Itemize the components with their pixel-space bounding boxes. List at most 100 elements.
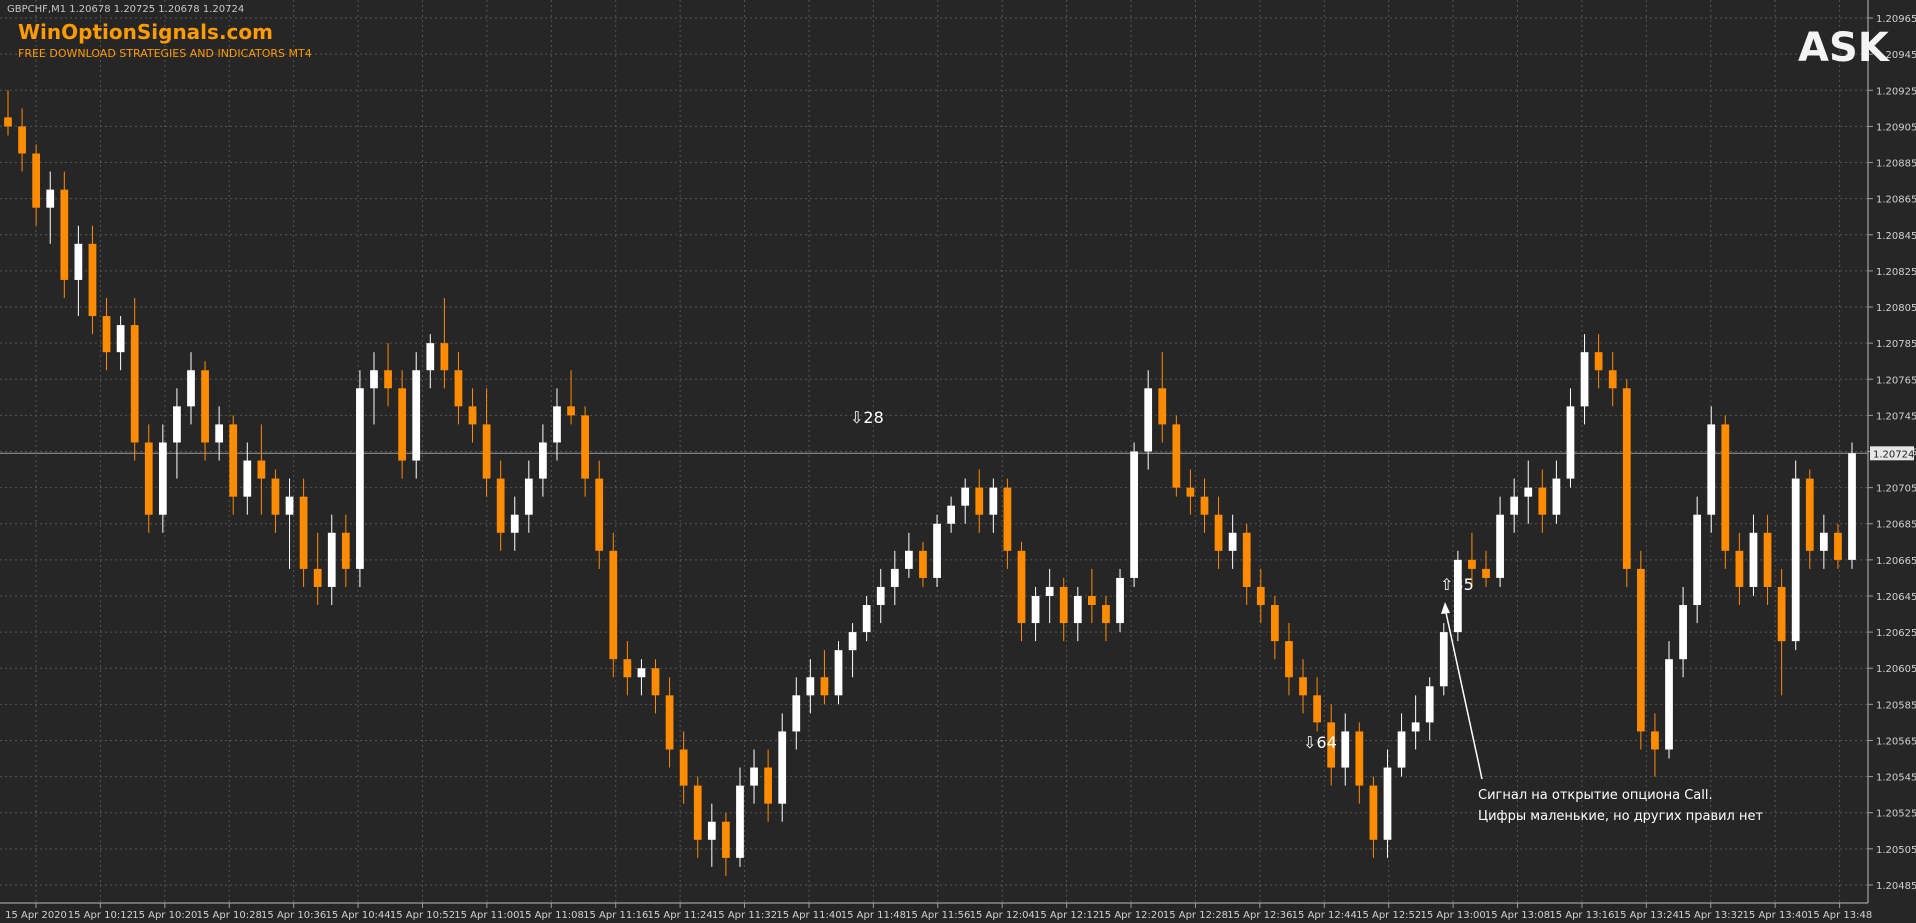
candle-bear: [496, 478, 505, 533]
candle-bull: [1819, 532, 1828, 551]
x-tick-label: 15 Apr 13:08: [1485, 910, 1550, 921]
candle-bull: [848, 632, 857, 651]
candle-bear: [1102, 605, 1110, 624]
candle-bear: [1200, 496, 1209, 515]
signal-label-up: ⇧35: [1440, 575, 1474, 594]
candle-bull: [1749, 532, 1758, 587]
candle-bull: [947, 505, 955, 524]
candle-bull: [834, 650, 843, 696]
candle-bear: [398, 388, 407, 461]
candle-bear: [144, 442, 153, 515]
y-tick-label: 1.20765: [1876, 375, 1916, 386]
x-tick-label: 15 Apr 11:08: [519, 910, 584, 921]
brand-subtitle: FREE DOWNLOAD STRATEGIES AND INDICATORS …: [18, 47, 312, 60]
candle-bull: [1453, 559, 1462, 633]
y-tick-label: 1.20965: [1876, 14, 1916, 25]
candle-bull: [736, 785, 744, 858]
candle-bull: [961, 487, 970, 506]
candle-bull: [1665, 659, 1673, 750]
candle-bear: [271, 478, 280, 515]
candle-bull: [1045, 586, 1054, 596]
candle-bull: [1439, 632, 1448, 687]
candle-bear: [1622, 388, 1631, 569]
x-tick-label: 15 Apr 13:32: [1678, 910, 1743, 921]
candle-bear: [651, 668, 660, 696]
candle-bull: [1411, 722, 1420, 732]
candle-bull: [46, 189, 55, 208]
candle-bull: [1116, 577, 1124, 624]
x-tick-label: 15 Apr 11:32: [712, 910, 777, 921]
y-tick-label: 1.20665: [1876, 556, 1916, 567]
candle-bear: [1468, 559, 1476, 569]
candle-bull: [524, 478, 533, 515]
x-tick-label: 15 Apr 10:12: [68, 910, 133, 921]
candle-bull: [553, 406, 561, 443]
candle-bull: [539, 442, 547, 479]
x-tick-label: 15 Apr 11:48: [841, 910, 906, 921]
x-tick-label: 15 Apr 12:28: [1163, 910, 1228, 921]
y-tick-label: 1.20485: [1876, 881, 1916, 892]
candle-bear: [722, 821, 730, 858]
candle-bear: [665, 695, 674, 750]
candle-bear: [1088, 595, 1096, 606]
y-tick-label: 1.20645: [1876, 592, 1916, 603]
candle-bear: [454, 370, 463, 407]
candle-bear: [229, 424, 238, 497]
candle-bull: [1496, 514, 1504, 578]
candle-bear: [1172, 424, 1181, 488]
x-tick-label: 15 Apr 12:04: [970, 910, 1035, 921]
candle-bear: [693, 785, 702, 840]
y-tick-label: 1.20805: [1876, 303, 1916, 314]
candle-bear: [32, 153, 41, 208]
y-tick-label: 1.20625: [1876, 628, 1916, 639]
y-tick-label: 1.20825: [1876, 267, 1916, 278]
x-tick-label: 15 Apr 13:16: [1549, 910, 1614, 921]
candle-bull: [173, 406, 181, 443]
x-tick-label: 15 Apr 13:48: [1807, 910, 1872, 921]
y-tick-label: 1.20785: [1876, 339, 1916, 350]
candle-bull: [806, 677, 815, 696]
candle-bear: [468, 406, 477, 425]
x-tick-label: 15 Apr 13:24: [1614, 910, 1679, 921]
candle-bull: [1791, 478, 1800, 642]
candle-bull: [243, 460, 252, 497]
x-tick-label: 15 Apr 12:44: [1292, 910, 1357, 921]
candle-bull: [1580, 352, 1589, 407]
y-tick-label: 1.20885: [1876, 159, 1916, 170]
candle-bear: [1186, 487, 1195, 497]
candle-bear: [440, 343, 449, 371]
candle-bear: [595, 478, 604, 551]
candle-bear: [820, 677, 829, 696]
candle-bear: [482, 424, 491, 479]
candle-bull: [1524, 487, 1533, 497]
candle-bull: [905, 550, 913, 569]
y-tick-label: 1.20565: [1876, 736, 1916, 747]
x-tick-label: 15 Apr 11:00: [454, 910, 519, 921]
candle-bear: [88, 243, 97, 317]
x-tick-label: 15 Apr 2020: [5, 910, 67, 921]
candle-bear: [1735, 550, 1744, 587]
candle-bull: [1130, 451, 1138, 578]
candle-bull: [778, 731, 787, 804]
candle-bull: [116, 325, 125, 353]
x-tick-label: 15 Apr 10:28: [197, 910, 262, 921]
candle-bull: [1693, 514, 1702, 606]
candle-bear: [609, 550, 618, 660]
candle-bear: [299, 496, 308, 569]
candle-bear: [102, 316, 111, 353]
candle-bear: [1355, 731, 1364, 786]
y-tick-label: 1.20545: [1876, 773, 1916, 784]
annotation-line-2: Цифры маленькие, но других правил нет: [1478, 809, 1764, 824]
candle-bull: [1073, 595, 1082, 624]
candle-bear: [313, 568, 322, 587]
candle-bull: [707, 821, 716, 840]
y-tick-label: 1.20845: [1876, 231, 1916, 242]
candle-bear: [1721, 424, 1730, 551]
x-tick-label: 15 Apr 12:12: [1034, 910, 1099, 921]
candle-bear: [1256, 586, 1265, 606]
candle-bull: [1679, 605, 1687, 660]
annotation-line-1: Сигнал на открытие опциона Call.: [1478, 788, 1713, 803]
candle-bear: [1158, 388, 1167, 425]
candle-bull: [792, 695, 801, 732]
x-tick-label: 15 Apr 11:16: [583, 910, 648, 921]
